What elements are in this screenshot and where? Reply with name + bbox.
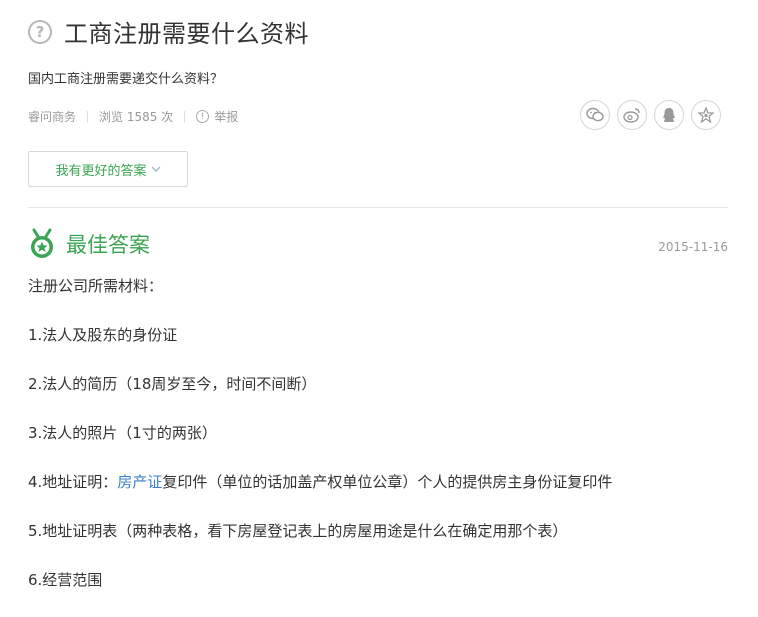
question-page: ? 工商注册需要什么资料 国内工商注册需要递交什么资料？ 睿问商务 浏览 158… — [0, 0, 758, 607]
meta-divider — [87, 110, 89, 123]
answer-body: 注册公司所需材料： 1.法人及股东的身份证 2.法人的简历（18周岁至今，时间不… — [28, 274, 728, 617]
wechat-icon — [586, 107, 604, 122]
qq-share-button[interactable] — [654, 100, 684, 130]
question-header: ? 工商注册需要什么资料 — [28, 14, 309, 49]
share-bar — [580, 100, 721, 130]
meta-divider — [184, 110, 186, 123]
answer-line: 3.法人的照片（1寸的两张） — [28, 424, 217, 442]
answer-text: 4.地址证明： — [28, 473, 118, 491]
report-label: 举报 — [214, 110, 239, 124]
property-cert-link[interactable]: 房产证 — [117, 473, 162, 491]
question-title: 工商注册需要什么资料 — [64, 20, 309, 48]
better-answer-label: 我有更好的答案 — [55, 163, 147, 179]
answer-line: 1.法人及股东的身份证 — [28, 326, 178, 344]
chevron-down-icon — [151, 164, 161, 175]
wechat-share-button[interactable] — [580, 100, 610, 130]
answer-date: 2015-11-16 — [658, 240, 728, 254]
question-description: 国内工商注册需要递交什么资料？ — [28, 72, 224, 87]
question-mark-icon: ? — [28, 19, 52, 44]
answer-line: 2.法人的简历（18周岁至今，时间不间断） — [28, 375, 317, 393]
weibo-share-button[interactable] — [617, 100, 647, 130]
medal-icon — [31, 228, 53, 258]
answer-text: 复印件（单位的话加盖产权单位公章）个人的提供房主身份证复印件 — [162, 473, 613, 491]
favorite-star-icon — [698, 107, 714, 123]
better-answer-button[interactable]: 我有更好的答案 — [28, 151, 188, 187]
question-meta: 睿问商务 浏览 1585 次 ! 举报 — [28, 108, 238, 125]
qq-icon — [663, 107, 675, 122]
warning-icon: ! — [196, 110, 210, 123]
view-count: 浏览 1585 次 — [99, 110, 174, 124]
report-link[interactable]: ! 举报 — [196, 108, 238, 125]
favorite-button[interactable] — [691, 100, 721, 130]
answer-line: 注册公司所需材料： — [28, 277, 164, 295]
weibo-icon — [623, 108, 640, 123]
best-answer-title: 最佳答案 — [66, 233, 150, 257]
best-answer-header: 最佳答案 — [28, 228, 150, 260]
answer-line: 5.地址证明表（两种表格，看下房屋登记表上的房屋用途是什么在确定用那个表） — [28, 522, 568, 540]
section-divider — [28, 207, 728, 208]
question-source[interactable]: 睿问商务 — [28, 108, 76, 125]
answer-line: 6.经营范围 — [28, 571, 103, 589]
answer-line: 4.地址证明：房产证复印件（单位的话加盖产权单位公章）个人的提供房主身份证复印件 — [28, 470, 728, 519]
